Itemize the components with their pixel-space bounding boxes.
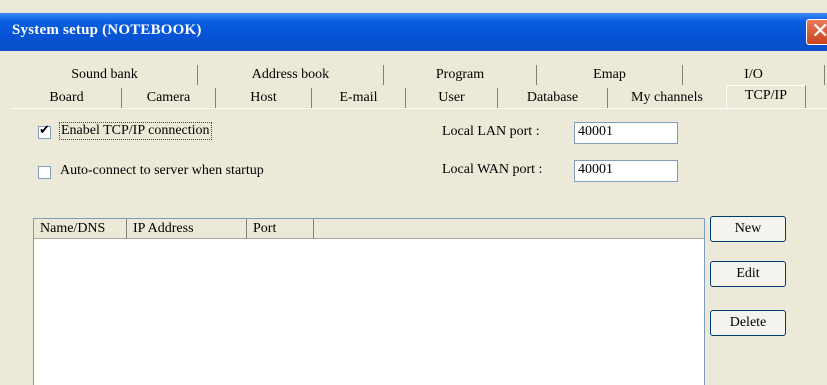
delete-button[interactable]: Delete: [710, 310, 786, 336]
tab-emap[interactable]: Emap: [537, 65, 683, 85]
tab-program[interactable]: Program: [384, 65, 537, 85]
wan-port-input[interactable]: 40001: [574, 160, 678, 182]
lan-port-label: Local LAN port :: [442, 124, 540, 139]
check-mark-icon: ✔: [39, 123, 50, 138]
tab-database[interactable]: Database: [498, 88, 608, 108]
tab-panel-border: [12, 108, 827, 109]
tab-camera[interactable]: Camera: [122, 88, 216, 108]
system-setup-dialog: System setup (NOTEBOOK) ✕ Sound bank Add…: [0, 0, 827, 385]
server-list[interactable]: Name/DNS IP Address Port: [33, 218, 705, 385]
tab-address-book[interactable]: Address book: [198, 65, 384, 85]
tab-host[interactable]: Host: [216, 88, 312, 108]
window-title: System setup (NOTEBOOK): [12, 22, 202, 38]
tab-tcpip[interactable]: TCP/IP: [726, 85, 806, 109]
autoconnect-label[interactable]: Auto-connect to server when startup: [60, 163, 264, 179]
enable-tcpip-checkbox[interactable]: ✔: [38, 123, 51, 139]
close-icon: ✕: [811, 19, 827, 44]
enable-tcpip-label[interactable]: Enabel TCP/IP connection: [59, 122, 212, 140]
column-name-dns[interactable]: Name/DNS: [34, 219, 127, 238]
tab-board[interactable]: Board: [12, 88, 122, 108]
tab-email[interactable]: E-mail: [312, 88, 406, 108]
new-button[interactable]: New: [710, 216, 786, 242]
autoconnect-checkbox[interactable]: [38, 166, 51, 179]
lan-port-input[interactable]: 40001: [574, 122, 678, 144]
tab-my-channels[interactable]: My channels: [608, 88, 726, 108]
column-ip-address[interactable]: IP Address: [127, 219, 247, 238]
server-list-header: Name/DNS IP Address Port: [34, 219, 704, 239]
title-bar[interactable]: System setup (NOTEBOOK) ✕: [0, 13, 827, 51]
tab-io[interactable]: I/O: [683, 65, 825, 85]
tab-user[interactable]: User: [406, 88, 498, 108]
close-button[interactable]: ✕: [806, 19, 827, 45]
wan-port-label: Local WAN port :: [442, 162, 543, 177]
tab-sound-bank[interactable]: Sound bank: [12, 65, 198, 85]
edit-button[interactable]: Edit: [710, 261, 786, 287]
column-port[interactable]: Port: [247, 219, 314, 238]
